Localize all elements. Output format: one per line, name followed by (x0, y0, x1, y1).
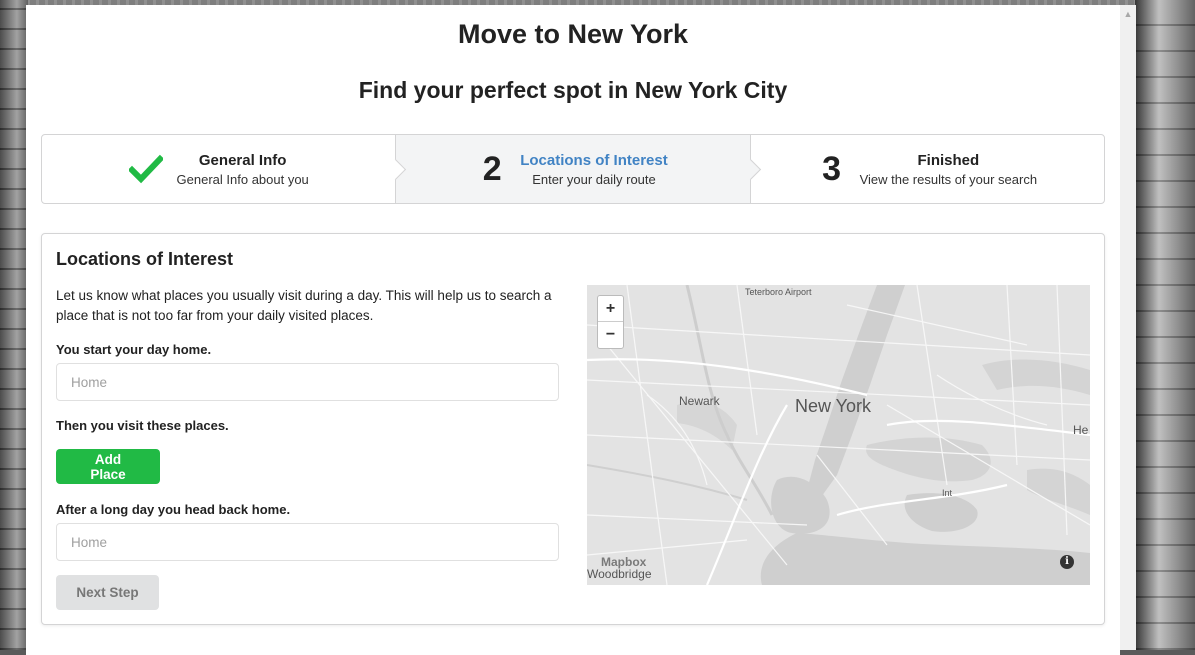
step-number: 3 (822, 149, 842, 188)
visit-places-label: Then you visit these places. (56, 418, 229, 433)
next-step-button[interactable]: Next Step (56, 575, 159, 610)
card-title: Locations of Interest (56, 249, 234, 269)
page-subtitle: Find your perfect spot in New York City (358, 77, 788, 103)
checkmark-icon (128, 154, 163, 184)
intro-text: Let us know what places you usually visi… (56, 288, 552, 323)
map-label-he: He (1073, 423, 1089, 437)
step-progress: General Info General Info about you 2 Lo… (41, 134, 1105, 204)
step-description: Enter your daily route (532, 171, 656, 187)
background-building-left (0, 0, 28, 650)
end-home-label: After a long day you head back home. (56, 502, 291, 517)
step-title: Locations of Interest (520, 151, 668, 169)
map-label-teterboro: Teterboro Airport (745, 287, 812, 297)
zoom-out-button[interactable]: − (598, 322, 623, 348)
step-finished[interactable]: 3 Finished View the results of your sear… (751, 135, 1104, 203)
map-label-new-york: New York (795, 396, 872, 416)
step-number: 2 (482, 149, 502, 188)
main-container: Move to New York Find your perfect spot … (26, 5, 1120, 655)
locations-card: Locations of Interest Let us know what p… (41, 233, 1105, 625)
page-scrollbar[interactable]: ▲ (1120, 5, 1136, 650)
map-label-int: Int (942, 488, 953, 498)
map-info-icon[interactable]: i (1060, 555, 1074, 569)
step-locations-of-interest[interactable]: 2 Locations of Interest Enter your daily… (396, 135, 761, 203)
step-description: View the results of your search (859, 171, 1038, 187)
background-building-right (1135, 0, 1195, 650)
zoom-controls: + − (597, 295, 624, 349)
page-title: Move to New York (457, 19, 689, 49)
step-title: General Info (198, 151, 287, 169)
end-home-input[interactable] (56, 523, 559, 561)
start-home-input[interactable] (56, 363, 559, 401)
step-description: General Info about you (176, 171, 309, 187)
add-place-button[interactable]: Add Place (56, 449, 160, 484)
map-view[interactable]: + − Teterboro Airport Newark New York He… (587, 285, 1090, 585)
step-title: Finished (917, 151, 980, 169)
map-tiles (587, 285, 1090, 585)
start-home-label: You start your day home. (56, 342, 212, 357)
scroll-up-icon[interactable]: ▲ (1123, 9, 1133, 19)
zoom-in-button[interactable]: + (598, 296, 623, 322)
map-label-woodbridge: Woodbridge (587, 567, 652, 581)
map-label-newark: Newark (679, 394, 720, 408)
step-general-info[interactable]: General Info General Info about you (42, 135, 407, 203)
